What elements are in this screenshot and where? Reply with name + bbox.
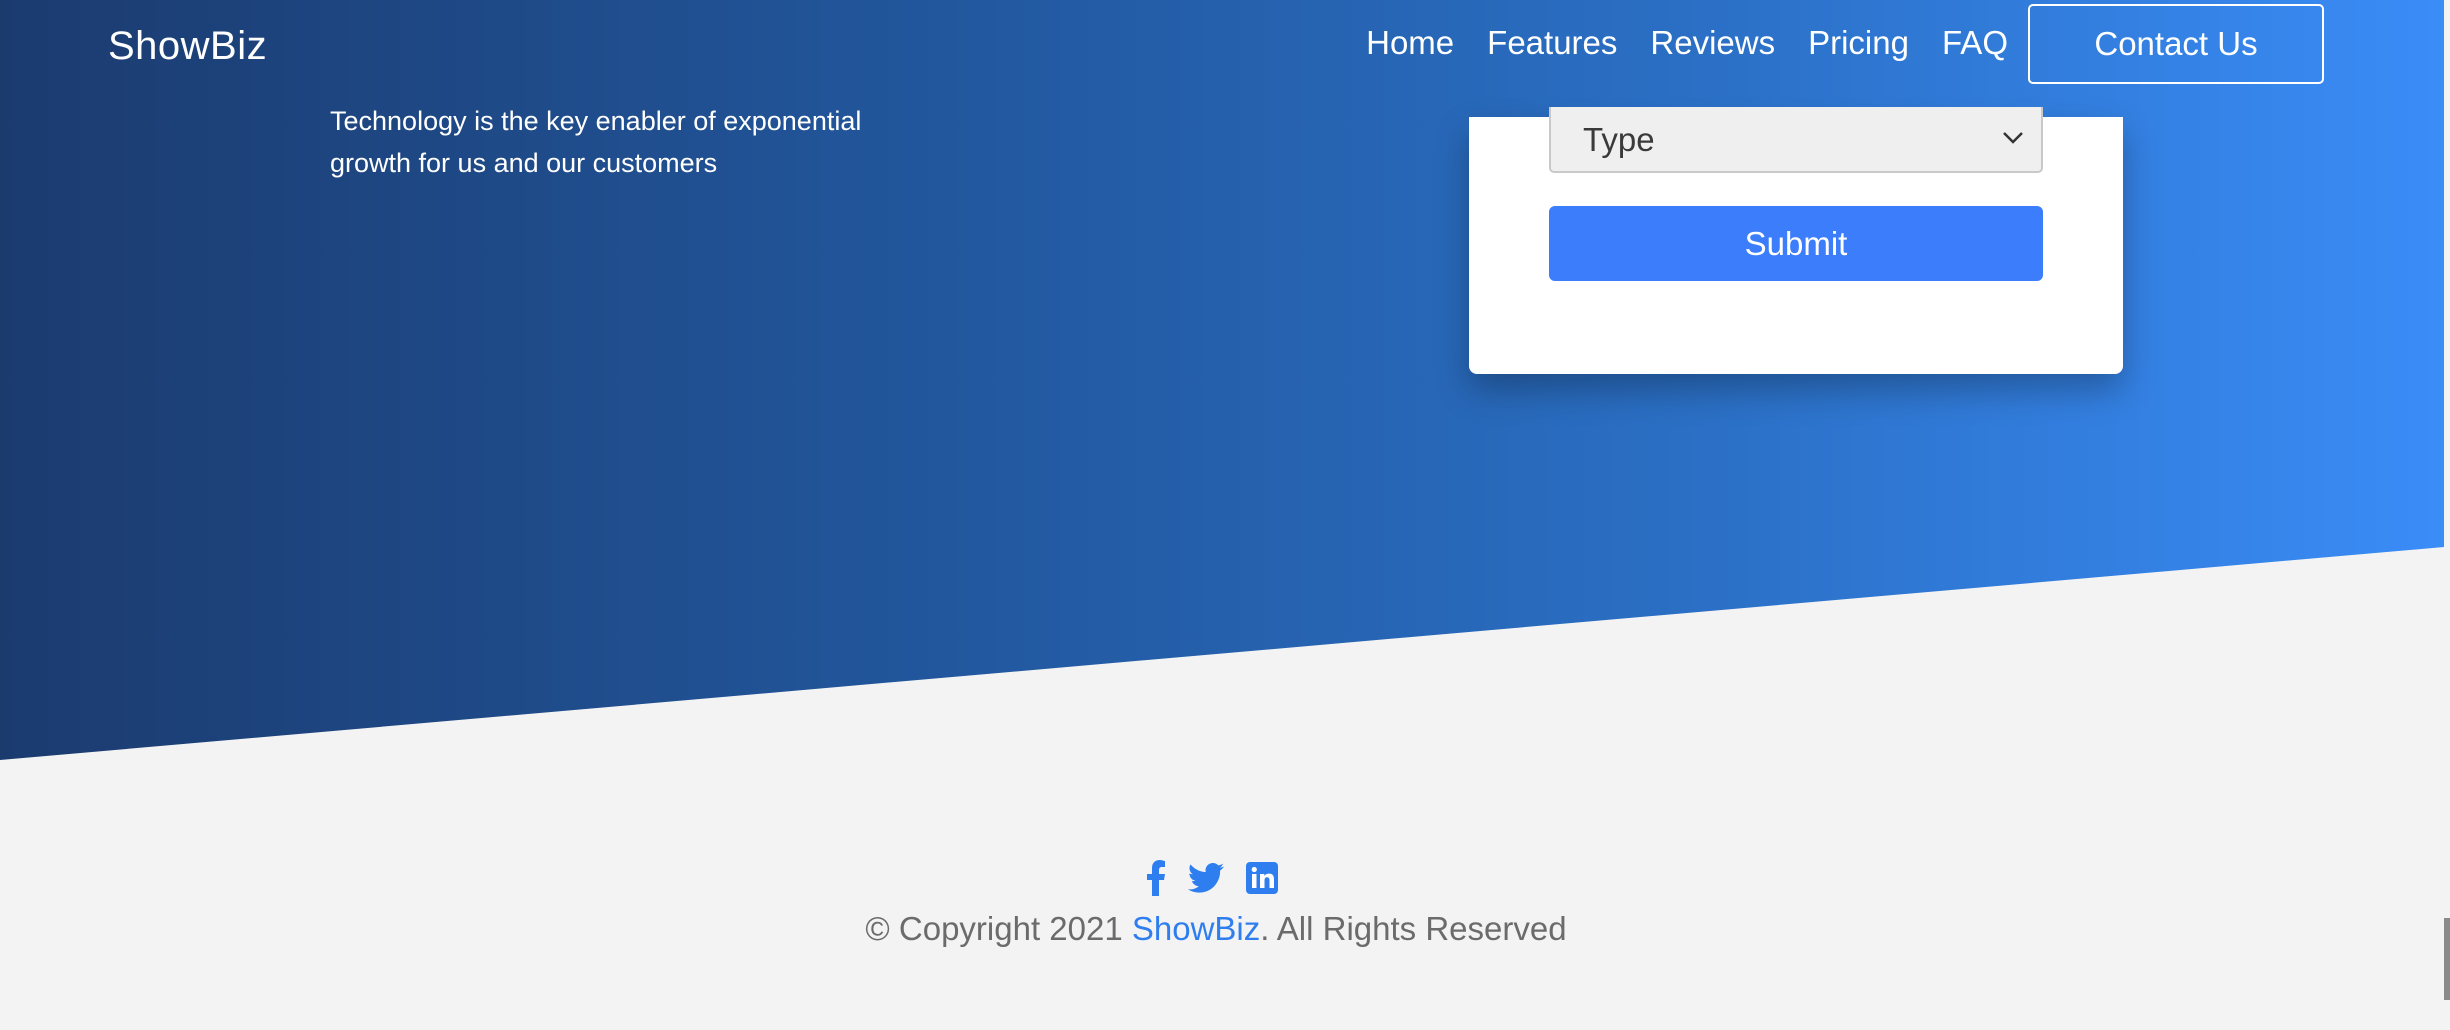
twitter-icon[interactable] — [1188, 863, 1224, 893]
linkedin-icon[interactable] — [1246, 862, 1278, 894]
nav-reviews[interactable]: Reviews — [1650, 24, 1775, 62]
contact-us-button[interactable]: Contact Us — [2028, 4, 2324, 84]
nav-home[interactable]: Home — [1366, 24, 1454, 62]
nav-pricing[interactable]: Pricing — [1808, 24, 1909, 62]
chevron-down-icon — [2003, 132, 2023, 144]
nav-features[interactable]: Features — [1487, 24, 1617, 62]
scrollbar-thumb[interactable] — [2444, 918, 2450, 1000]
type-select-value: Type — [1583, 121, 1655, 158]
copyright-suffix: . All Rights Reserved — [1260, 910, 1567, 947]
copyright-text: © Copyright 2021 ShowBiz. All Rights Res… — [0, 910, 2432, 948]
navbar: ShowBiz Home Features Reviews Pricing FA… — [0, 0, 2444, 92]
nav-faq[interactable]: FAQ — [1942, 24, 2008, 62]
facebook-icon[interactable] — [1146, 860, 1166, 896]
copyright-brand-link[interactable]: ShowBiz — [1132, 910, 1260, 947]
type-select[interactable]: Type — [1549, 107, 2043, 173]
contact-form-card: Type Submit — [1469, 107, 2123, 374]
copyright-prefix: © Copyright 2021 — [865, 910, 1132, 947]
nav-links: Home Features Reviews Pricing FAQ — [1366, 24, 2008, 62]
hero-tagline: Technology is the key enabler of exponen… — [330, 106, 862, 178]
social-links — [1146, 860, 1278, 896]
brand-logo[interactable]: ShowBiz — [108, 24, 267, 69]
submit-button[interactable]: Submit — [1549, 206, 2043, 281]
